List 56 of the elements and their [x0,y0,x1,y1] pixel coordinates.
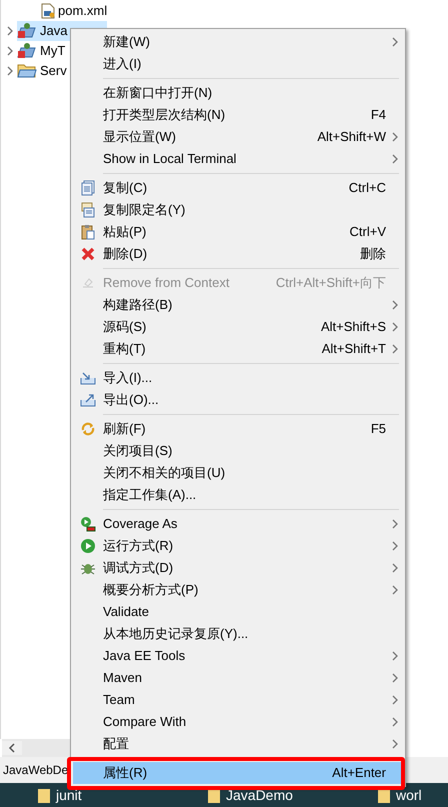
menu-item[interactable]: 在新窗口中打开(N) [73,82,403,104]
menu-item[interactable]: 进入(I) [73,53,403,75]
xml-file-icon [41,3,55,19]
project-icon [17,22,37,40]
menu-item[interactable]: 打开类型层次结构(N) F4 [73,104,403,126]
menu-item[interactable]: 源码(S) Alt+Shift+S [73,316,403,338]
copy-icon [80,180,96,196]
folder-icon [17,63,37,79]
tree-item-label: pom.xml [58,2,108,20]
menu-item[interactable]: 复制限定名(Y) [73,199,403,221]
menu-item[interactable]: 复制(C) Ctrl+C [73,177,403,199]
menu-item[interactable]: 显示位置(W) Alt+Shift+W [73,126,403,148]
menu-item[interactable]: 概要分析方式(P) [73,579,403,601]
menu-item[interactable]: Team [73,689,403,711]
menu-item[interactable]: 粘贴(P) Ctrl+V [73,221,403,243]
menu-item[interactable]: 调试方式(D) [73,557,403,579]
menu-item[interactable]: 属性(R) Alt+Enter [73,762,403,784]
delete-icon [80,246,96,262]
tree-item-label: MyT [40,42,66,60]
menu-item[interactable]: 从本地历史记录复原(Y)... [73,623,403,645]
taskbar-button[interactable]: JavaDemo [208,783,368,807]
menu-item[interactable]: 构建路径(B) [73,294,403,316]
menu-item[interactable]: 关闭项目(S) [73,440,403,462]
run-icon [80,538,96,554]
menu-item[interactable]: Show in Local Terminal [73,148,403,170]
scroll-left-icon[interactable] [2,741,22,755]
menu-item[interactable]: 指定工作集(A)... [73,484,403,506]
refresh-icon [80,421,96,437]
taskbar-button[interactable]: junit [38,783,198,807]
project-icon [17,42,37,60]
import-icon [80,370,96,386]
clipboard-icon [80,224,96,240]
menu-item[interactable]: Java EE Tools [73,645,403,667]
menu-item[interactable]: Validate [73,601,403,623]
copy-icon [80,202,96,218]
tree-item-label: Java [40,22,68,40]
export-icon [80,392,96,408]
menu-item[interactable]: 运行方式(R) [73,535,403,557]
status-text: JavaWebDe [3,762,68,779]
folder-icon [378,787,390,803]
menu-item[interactable]: 配置 [73,733,403,755]
menu-item[interactable]: 刷新(F) F5 [73,418,403,440]
menu-item[interactable]: Coverage As [73,513,403,535]
folder-icon [38,787,50,803]
menu-item[interactable]: 关闭不相关的项目(U) [73,462,403,484]
coverage-icon [80,516,96,532]
tree-item[interactable]: pom.xml [41,1,148,21]
menu-item[interactable]: Compare With [73,711,403,733]
menu-item[interactable]: 导出(O)... [73,389,403,411]
menu-item[interactable]: 导入(I)... [73,367,403,389]
tree-item-label: Serv [40,62,67,80]
menu-item[interactable]: Maven [73,667,403,689]
folder-icon [208,787,220,803]
taskbar-button[interactable]: worl [378,783,448,807]
menu-item[interactable]: 删除(D) 删除 [73,243,403,265]
menu-item[interactable]: 重构(T) Alt+Shift+T [73,338,403,360]
